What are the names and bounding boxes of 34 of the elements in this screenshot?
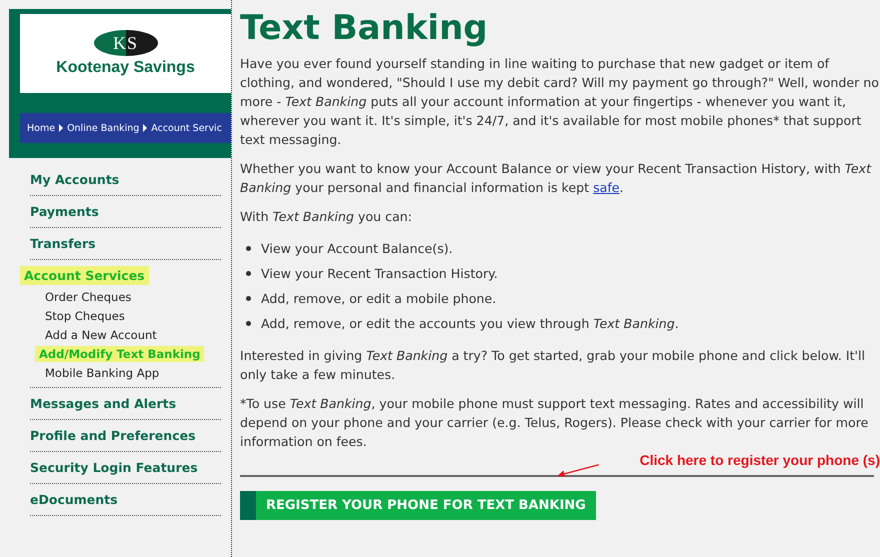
sidebar-item[interactable]: Messages and Alerts — [30, 394, 176, 413]
safe-link[interactable]: safe — [593, 180, 620, 195]
feature-text: Add, remove, or edit the accounts you view through Text Banking. — [261, 315, 679, 333]
try-paragraph: Interested in giving Text Banking a try? To get started, grab your mobile phone and click below. It'll only take a few minutes. — [240, 347, 866, 384]
footnote-paragraph: *To use Text Banking, your mobile phone must support text messaging. Rates and accessibility will depend on your phone and your carrier (e.g. Telus, Rogers). Please check with your carrier for more information on fees. — [240, 395, 870, 451]
sidebar-subitem[interactable]: Order Cheques — [45, 289, 132, 305]
breadcrumb-link[interactable]: Account Servic — [151, 122, 222, 134]
feature-text: Add, remove, or edit a mobile phone. — [261, 290, 496, 308]
sidebar-item[interactable]: Transfers — [30, 234, 96, 253]
annotation-arrow — [556, 463, 600, 479]
sidebar-subitem[interactable]: Add a New Account — [45, 327, 157, 343]
caret-icon — [143, 124, 148, 132]
bullet-icon — [246, 296, 251, 301]
feature-text: View your Recent Transaction History. — [261, 265, 498, 283]
page-title: Text Banking — [240, 7, 489, 50]
breadcrumb-link[interactable]: Home — [27, 122, 56, 134]
breadcrumb-link[interactable]: Online Banking — [67, 122, 140, 134]
logo-monogram: KS — [112, 32, 138, 54]
bullet-icon — [246, 271, 251, 276]
sidebar-item[interactable]: Profile and Preferences — [30, 426, 196, 445]
sidebar-item[interactable]: My Accounts — [30, 170, 120, 189]
caret-icon — [59, 124, 64, 132]
feature-text: View your Account Balance(s). — [261, 240, 453, 258]
intro-paragraph: Have you ever found yourself standing in line waiting to purchase that new gadget or item of clothing, and wondered, "Should I use my debit card? Will my payment go through?" Well, wonder no more - Text Banking puts all your account information at your fingertips - whenever you want it, wherever you want it. It's simple, it's 24/7, and it's available for most mobile phones* that support text messaging. — [240, 55, 880, 149]
bullet-icon — [246, 321, 251, 326]
bullet-icon — [246, 246, 251, 251]
sidebar-item[interactable]: eDocuments — [30, 490, 118, 509]
bank-name: Kootenay Savings — [56, 59, 195, 77]
sidebar-item[interactable]: Payments — [30, 202, 99, 221]
safety-paragraph: Whether you want to know your Account Balance or view your Recent Transaction History, with Text Banking your personal and financial information is kept safe. — [240, 160, 872, 197]
sidebar-subitem[interactable]: Mobile Banking App — [45, 365, 160, 381]
sidebar-item[interactable]: Security Login Features — [30, 458, 198, 477]
list-intro: With Text Banking you can: — [240, 208, 414, 226]
sidebar-subitem[interactable]: Stop Cheques — [45, 308, 125, 324]
